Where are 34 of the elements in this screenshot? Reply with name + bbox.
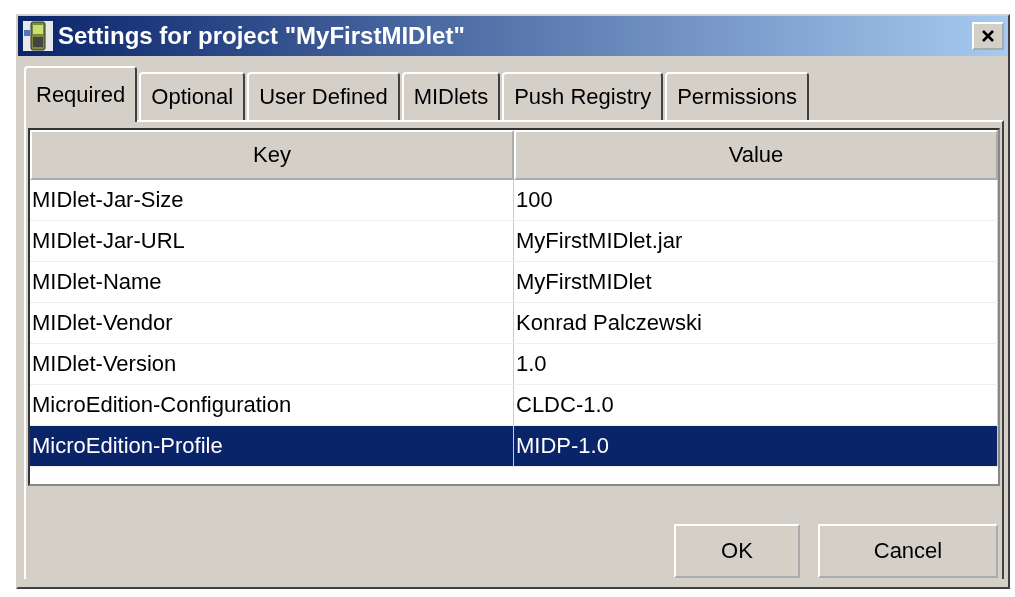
dialog-button[interactable]: OK — [674, 524, 800, 578]
table-cell: MIDlet-Jar-URL — [30, 221, 514, 261]
table-cell: MicroEdition-Profile — [30, 426, 514, 466]
table-cell: MyFirstMIDlet.jar — [514, 221, 998, 261]
table-row[interactable]: MIDlet-Vendor Konrad Palczewski — [30, 303, 998, 344]
phone-icon — [22, 20, 54, 52]
table-cell: MyFirstMIDlet — [514, 262, 998, 302]
table-row[interactable]: MIDlet-Version 1.0 — [30, 344, 998, 385]
table-row[interactable]: MicroEdition-Profile MIDP-1.0 — [30, 426, 998, 467]
table-cell: MIDlet-Jar-Size — [30, 180, 514, 220]
table-cell: MIDP-1.0 — [514, 426, 998, 466]
table-cell: 100 — [514, 180, 998, 220]
tab[interactable]: Optional — [139, 72, 246, 120]
table-cell: MicroEdition-Configuration — [30, 385, 514, 425]
table-cell: 1.0 — [514, 344, 998, 384]
table-row[interactable]: MIDlet-Name MyFirstMIDlet — [30, 262, 998, 303]
tab[interactable]: MIDlets — [401, 72, 501, 120]
dialog-button[interactable]: Cancel — [818, 524, 998, 578]
table-row[interactable]: MIDlet-Jar-URL MyFirstMIDlet.jar — [30, 221, 998, 262]
table-cell: Konrad Palczewski — [514, 303, 998, 343]
tab[interactable]: User Defined — [247, 72, 400, 120]
table-cell: MIDlet-Vendor — [30, 303, 514, 343]
tab[interactable]: Push Registry — [502, 72, 664, 120]
tab[interactable]: Permissions — [665, 72, 809, 120]
column-header[interactable]: Key — [30, 130, 514, 180]
close-icon — [981, 29, 995, 43]
table-row[interactable]: MIDlet-Jar-Size 100 — [30, 180, 998, 221]
close-button[interactable] — [972, 22, 1004, 50]
window-title: Settings for project "MyFirstMIDlet" — [58, 22, 466, 50]
table-cell: MIDlet-Name — [30, 262, 514, 302]
tab[interactable]: Required — [24, 66, 138, 122]
column-header[interactable]: Value — [514, 130, 998, 180]
table-cell: MIDlet-Version — [30, 344, 514, 384]
table-cell: CLDC-1.0 — [514, 385, 998, 425]
